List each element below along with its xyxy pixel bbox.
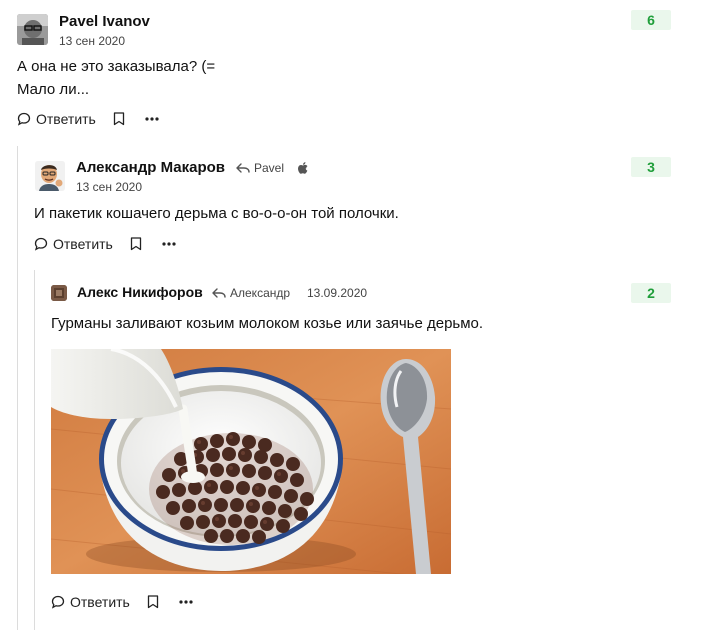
cereal-bowl-photo xyxy=(51,349,451,574)
avatar[interactable] xyxy=(35,161,65,191)
speech-bubble-icon xyxy=(17,112,31,126)
more-dots-icon xyxy=(179,600,193,604)
avatar-image xyxy=(51,285,67,301)
comment-actions: Ответить xyxy=(34,236,176,252)
reply-to[interactable]: Pavel xyxy=(236,161,308,175)
more-dots-icon xyxy=(162,242,176,246)
comment-text-line: А она не это заказывала? (= xyxy=(17,58,216,75)
comment-actions: Ответить xyxy=(17,111,159,127)
reply-arrow-icon xyxy=(236,163,250,173)
comment-date[interactable]: 13 сен 2020 xyxy=(76,180,142,194)
reply-to-name: Pavel xyxy=(254,161,285,175)
bookmark-icon xyxy=(113,112,124,126)
more-button[interactable] xyxy=(179,600,193,604)
comment-date[interactable]: 13 сен 2020 xyxy=(59,34,125,48)
comment-score: 2 xyxy=(631,283,671,303)
comment-text-line: Гурманы заливают козьим молоком козье ил… xyxy=(51,315,484,332)
avatar[interactable] xyxy=(17,14,48,45)
bookmark-icon xyxy=(130,237,141,251)
more-button[interactable] xyxy=(145,117,159,121)
reply-button[interactable]: Ответить xyxy=(17,111,96,127)
bookmark-icon xyxy=(147,595,158,609)
reply-button[interactable]: Ответить xyxy=(51,594,130,610)
reply-to[interactable]: Александр xyxy=(212,286,290,300)
comment-image[interactable] xyxy=(51,349,451,574)
bookmark-button[interactable] xyxy=(130,237,142,251)
thread-line-level2 xyxy=(34,270,35,630)
reply-label: Ответить xyxy=(53,236,113,252)
speech-bubble-icon xyxy=(34,237,48,251)
speech-bubble-icon xyxy=(51,595,65,609)
bookmark-button[interactable] xyxy=(147,595,159,609)
comment-score: 6 xyxy=(631,10,671,30)
comment-author[interactable]: Алекс Никифоров xyxy=(77,284,203,300)
comment-actions: Ответить xyxy=(51,594,193,610)
more-button[interactable] xyxy=(162,242,176,246)
more-dots-icon xyxy=(145,117,159,121)
comment-score: 3 xyxy=(631,157,671,177)
comment-author[interactable]: Александр Макаров xyxy=(76,159,225,176)
comment-text-line: И пакетик кошачего дерьма с во-о-о-он то… xyxy=(34,205,399,222)
comment-author[interactable]: Pavel Ivanov xyxy=(59,13,150,30)
reply-arrow-icon xyxy=(212,288,226,298)
apple-icon xyxy=(298,162,308,174)
reply-label: Ответить xyxy=(36,111,96,127)
comment-text-line: Мало ли... xyxy=(17,81,90,98)
comment-date[interactable]: 13.09.2020 xyxy=(307,286,367,300)
avatar-photo xyxy=(17,14,48,45)
avatar-memoji xyxy=(35,161,65,191)
avatar[interactable] xyxy=(51,285,67,301)
bookmark-button[interactable] xyxy=(113,112,125,126)
reply-button[interactable]: Ответить xyxy=(34,236,113,252)
thread-line-level1 xyxy=(17,146,18,630)
reply-label: Ответить xyxy=(70,594,130,610)
reply-to-name: Александр xyxy=(230,286,291,300)
